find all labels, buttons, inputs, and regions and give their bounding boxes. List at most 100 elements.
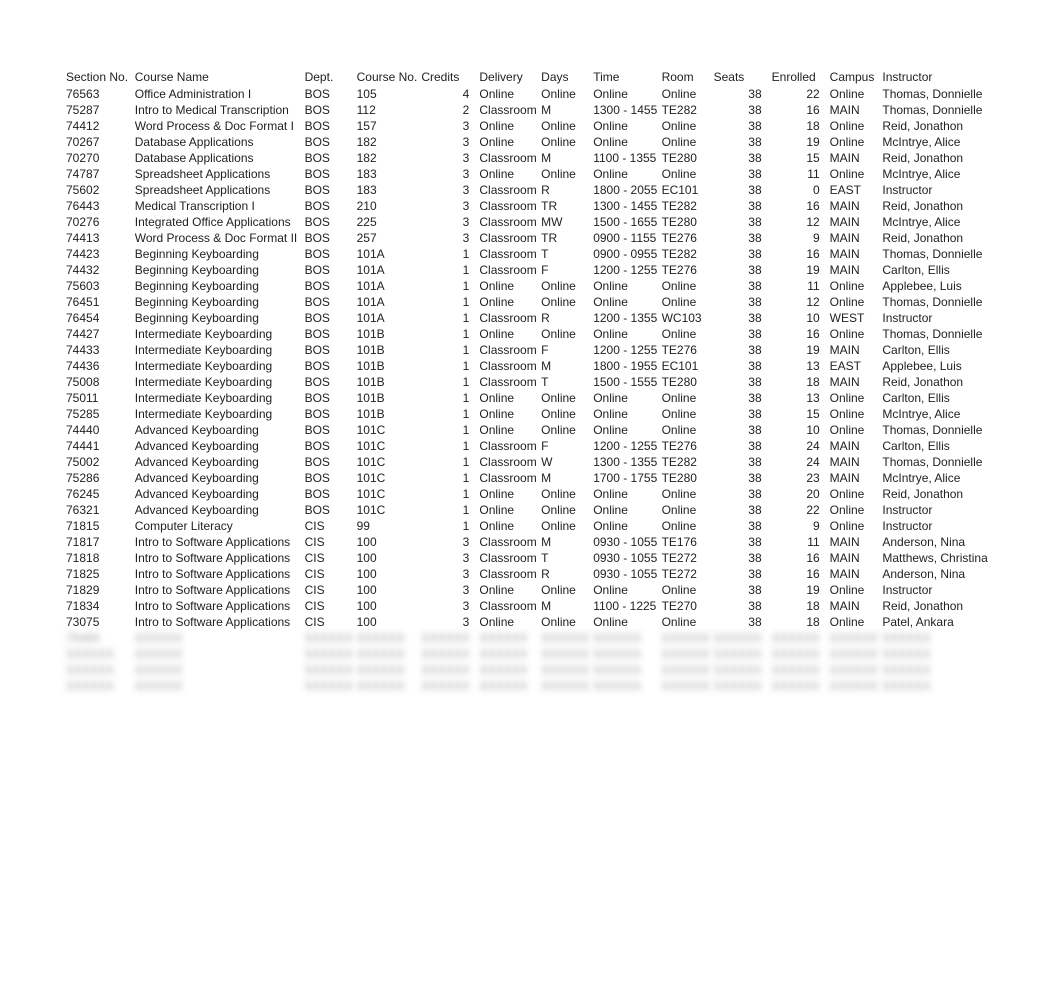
cell-seats: 38 [714, 390, 772, 406]
cell-section: 75603 [66, 278, 135, 294]
cell-campus: MAIN [830, 102, 883, 118]
cell-campus: Online [830, 390, 883, 406]
cell-enrolled: 16 [772, 198, 830, 214]
cell-instructor: Thomas, Donnielle [882, 422, 996, 438]
cell-name: Intro to Software Applications [135, 534, 305, 550]
cell-seats: 38 [714, 550, 772, 566]
cell-campus: EAST [830, 358, 883, 374]
cell-section: XXXXXX [66, 646, 135, 662]
cell-seats: XXXXXX [714, 662, 772, 678]
cell-delivery: Online [479, 614, 541, 630]
cell-days: M [541, 598, 593, 614]
col-header-name: Course Name [135, 70, 305, 86]
cell-campus: MAIN [830, 262, 883, 278]
cell-dept: BOS [305, 406, 357, 422]
table-row: 75603Beginning KeyboardingBOS101A1Online… [66, 278, 996, 294]
cell-campus: Online [830, 502, 883, 518]
cell-room: Online [662, 166, 714, 182]
cell-instructor: Carlton, Ellis [882, 262, 996, 278]
cell-seats: 38 [714, 134, 772, 150]
cell-name: Beginning Keyboarding [135, 278, 305, 294]
cell-time: 1100 - 1225 [593, 598, 661, 614]
cell-campus: XXXXXX [830, 662, 883, 678]
cell-room: TE280 [662, 374, 714, 390]
cell-name: Intermediate Keyboarding [135, 358, 305, 374]
cell-instructor: Matthews, Christina [882, 550, 996, 566]
table-row: 75008Intermediate KeyboardingBOS101B1Cla… [66, 374, 996, 390]
cell-course: 182 [357, 134, 422, 150]
table-row: 71817Intro to Software ApplicationsCIS10… [66, 534, 996, 550]
cell-days: Online [541, 582, 593, 598]
cell-instructor: Thomas, Donnielle [882, 102, 996, 118]
cell-instructor: XXXXXX [882, 678, 996, 694]
cell-enrolled: 16 [772, 246, 830, 262]
cell-seats: 38 [714, 310, 772, 326]
cell-credits: 1 [421, 262, 479, 278]
table-row: XXXXXXXXXXXXXXXXXXXXXXXXXXXXXXXXXXXXXXXX… [66, 678, 996, 694]
cell-room: TE276 [662, 342, 714, 358]
cell-course: 101B [357, 390, 422, 406]
cell-campus: MAIN [830, 214, 883, 230]
cell-instructor: Thomas, Donnielle [882, 246, 996, 262]
cell-dept: BOS [305, 118, 357, 134]
cell-dept: CIS [305, 614, 357, 630]
cell-campus: XXXXXX [830, 630, 883, 646]
cell-days: R [541, 182, 593, 198]
cell-campus: MAIN [830, 150, 883, 166]
cell-enrolled: 24 [772, 454, 830, 470]
cell-days: M [541, 150, 593, 166]
cell-instructor: XXXXXX [882, 646, 996, 662]
cell-time: Online [593, 502, 661, 518]
cell-section: 75464 [66, 630, 135, 646]
cell-time: 0900 - 0955 [593, 246, 661, 262]
cell-seats: 38 [714, 326, 772, 342]
col-header-time: Time [593, 70, 661, 86]
cell-course: XXXXXX [357, 630, 422, 646]
cell-enrolled: 10 [772, 422, 830, 438]
cell-campus: Online [830, 614, 883, 630]
table-row: 71829Intro to Software ApplicationsCIS10… [66, 582, 996, 598]
cell-credits: 3 [421, 214, 479, 230]
cell-dept: CIS [305, 550, 357, 566]
cell-section: 75287 [66, 102, 135, 118]
cell-instructor: Thomas, Donnielle [882, 326, 996, 342]
cell-credits: 2 [421, 102, 479, 118]
cell-days: Online [541, 614, 593, 630]
cell-time: Online [593, 422, 661, 438]
cell-name: Advanced Keyboarding [135, 486, 305, 502]
cell-room: Online [662, 486, 714, 502]
cell-enrolled: 23 [772, 470, 830, 486]
cell-dept: BOS [305, 342, 357, 358]
cell-dept: BOS [305, 470, 357, 486]
cell-section: 74441 [66, 438, 135, 454]
cell-instructor: Instructor [882, 502, 996, 518]
cell-course: 101B [357, 326, 422, 342]
cell-seats: XXXXXX [714, 678, 772, 694]
cell-instructor: Instructor [882, 182, 996, 198]
cell-enrolled: XXXXXX [772, 630, 830, 646]
cell-credits: 3 [421, 166, 479, 182]
cell-time: 1300 - 1455 [593, 198, 661, 214]
cell-section: 76563 [66, 86, 135, 102]
cell-section: 76245 [66, 486, 135, 502]
table-row: 75287Intro to Medical TranscriptionBOS11… [66, 102, 996, 118]
cell-room: EC101 [662, 358, 714, 374]
cell-credits: 1 [421, 326, 479, 342]
cell-instructor: Anderson, Nina [882, 534, 996, 550]
cell-days: R [541, 566, 593, 582]
cell-course: 105 [357, 86, 422, 102]
cell-enrolled: 20 [772, 486, 830, 502]
cell-delivery: Classroom [479, 198, 541, 214]
cell-course: 101B [357, 358, 422, 374]
cell-instructor: Reid, Jonathon [882, 598, 996, 614]
cell-time: 0900 - 1155 [593, 230, 661, 246]
cell-delivery: Classroom [479, 342, 541, 358]
cell-dept: BOS [305, 310, 357, 326]
cell-section: XXXXXX [66, 678, 135, 694]
course-schedule-page: Section No.Course NameDept.Course No.Cre… [0, 0, 1062, 694]
table-row: 75602Spreadsheet ApplicationsBOS1833Clas… [66, 182, 996, 198]
cell-course: 101C [357, 486, 422, 502]
cell-campus: Online [830, 118, 883, 134]
cell-enrolled: 16 [772, 102, 830, 118]
table-head: Section No.Course NameDept.Course No.Cre… [66, 70, 996, 86]
